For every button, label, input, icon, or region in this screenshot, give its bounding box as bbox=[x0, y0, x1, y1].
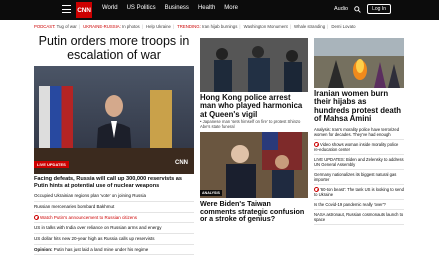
ticker-trending-2[interactable]: Whale stranding bbox=[294, 24, 325, 29]
top-nav: CNN World US Politics Business Health Mo… bbox=[0, 0, 439, 20]
right-related-item[interactable]: '60-ton beast': The tank US is looking t… bbox=[314, 185, 404, 201]
lead-related-item[interactable]: US dollar hits new 20-year high as Russi… bbox=[34, 234, 194, 245]
lead-related-list: Occupied Ukrainian regions plan 'vote' o… bbox=[34, 191, 194, 256]
nav-link-world[interactable]: World bbox=[102, 5, 118, 11]
right-related-item-text: Analysis: Iran's morality police have te… bbox=[314, 127, 400, 138]
right-related-item[interactable]: Video shows woman inside morality police… bbox=[314, 140, 404, 156]
lead-related-item-text: Opinion: Putin has just laid a land mine… bbox=[34, 246, 149, 252]
biden-headline[interactable]: Were Biden's Taiwan comments strategic c… bbox=[200, 200, 308, 223]
right-related-item[interactable]: NASA astronaut, Russian cosmonauts launc… bbox=[314, 210, 404, 226]
japan-caption[interactable]: • Japanese man 'sets himself on fire' to… bbox=[200, 119, 308, 129]
lead-related-item[interactable]: Russian mercenaries bombard Bakhmut bbox=[34, 202, 194, 213]
ticker-trending-3[interactable]: Demi Lovato bbox=[331, 24, 355, 29]
cnn-bug: CNN bbox=[175, 160, 188, 166]
right-related-item-text: '60-ton beast': The tank US is looking t… bbox=[314, 187, 404, 198]
lead-related-item[interactable]: Opinion: Putin has just laid a land mine… bbox=[34, 245, 194, 256]
trending-label: TRENDING: bbox=[177, 24, 201, 29]
ticker-trending-0[interactable]: Iran hijab burnings bbox=[202, 24, 237, 29]
hong-kong-image[interactable] bbox=[200, 38, 308, 92]
nav-links: World US Politics Business Health More bbox=[102, 5, 238, 11]
search-icon[interactable] bbox=[354, 5, 361, 13]
lead-column: Putin orders more troops in escalation o… bbox=[34, 34, 194, 256]
nav-link-health[interactable]: Health bbox=[198, 5, 215, 11]
ticker-ukraine-0[interactable]: In photos bbox=[122, 24, 140, 29]
lead-related-item[interactable]: Occupied Ukrainian regions plan 'vote' o… bbox=[34, 191, 194, 202]
podcast-label: PODCAST: bbox=[34, 24, 56, 29]
right-related-item-text: Germany nationalizes its biggest natural… bbox=[314, 172, 397, 183]
cnn-logo[interactable]: CNN bbox=[76, 2, 92, 18]
ticker-bar: PODCAST: Tug of war | UKRAINE-RUSSIA: In … bbox=[34, 24, 356, 29]
right-related-item[interactable]: Is the Covid-19 pandemic really 'over'? bbox=[314, 200, 404, 211]
lead-related-item-text: Russian mercenaries bombard Bakhmut bbox=[34, 204, 115, 210]
nav-link-us-politics[interactable]: US Politics bbox=[127, 5, 156, 11]
lead-related-item[interactable]: Watch Putin's announcement to Russian ci… bbox=[34, 213, 194, 224]
right-related-list: Analysis: Iran's morality police have te… bbox=[314, 125, 404, 226]
nav-link-more[interactable]: More bbox=[224, 5, 238, 11]
audio-link[interactable]: Audio bbox=[334, 6, 348, 12]
lead-image[interactable]: LIVE UPDATES CNN bbox=[34, 66, 194, 174]
play-icon bbox=[34, 214, 39, 220]
right-related-item[interactable]: LIVE UPDATES: Biden and Zelensky to addr… bbox=[314, 155, 404, 171]
biden-photo bbox=[200, 131, 308, 198]
ticker-podcast[interactable]: Tug of war bbox=[57, 24, 77, 29]
right-related-item-text: NASA astronaut, Russian cosmonauts launc… bbox=[314, 212, 404, 223]
right-related-item-text: Video shows woman inside morality police… bbox=[314, 142, 399, 153]
right-column: Iranian women burn their hijabs as hundr… bbox=[314, 38, 404, 226]
right-related-item[interactable]: Analysis: Iran's morality police have te… bbox=[314, 125, 404, 141]
lead-related-item[interactable]: US in talks with India over reliance on … bbox=[34, 223, 194, 234]
menu-icon[interactable] bbox=[62, 5, 71, 14]
live-updates-badge: LIVE UPDATES bbox=[34, 161, 69, 168]
ukraine-label: UKRAINE-RUSSIA: bbox=[83, 24, 121, 29]
iran-image[interactable] bbox=[314, 38, 404, 88]
opinion-label: Opinion: bbox=[34, 246, 53, 252]
iran-headline[interactable]: Iranian women burn their hijabs as hundr… bbox=[314, 89, 404, 123]
nav-link-business[interactable]: Business bbox=[165, 5, 189, 11]
lead-related-item-text: US in talks with India over reliance on … bbox=[34, 225, 162, 231]
analysis-badge: ANALYSIS bbox=[200, 189, 222, 196]
center-column: Hong Kong police arrest man who played h… bbox=[200, 38, 308, 223]
lead-headline[interactable]: Putin orders more troops in escalation o… bbox=[34, 34, 194, 62]
nav-right: Audio Log In bbox=[334, 4, 391, 14]
police-photo bbox=[200, 38, 308, 92]
flag-image bbox=[39, 86, 73, 156]
ticker-trending-1[interactable]: Washington Monument bbox=[244, 24, 288, 29]
lead-related-item-text: Occupied Ukrainian regions plan 'vote' o… bbox=[34, 193, 147, 199]
right-related-item-text: Is the Covid-19 pandemic really 'over'? bbox=[314, 202, 386, 208]
hong-kong-headline[interactable]: Hong Kong police arrest man who played h… bbox=[200, 93, 308, 119]
right-related-item[interactable]: Germany nationalizes its biggest natural… bbox=[314, 170, 404, 186]
lead-subheadline[interactable]: Facing defeats, Russia will call up 300,… bbox=[34, 176, 194, 189]
lead-related-item-text: Watch Putin's announcement to Russian ci… bbox=[40, 214, 137, 220]
login-button[interactable]: Log In bbox=[367, 4, 391, 14]
lead-related-item-text: US dollar hits new 20-year high as Russi… bbox=[34, 236, 155, 242]
ticker-ukraine-1[interactable]: Help Ukraine bbox=[146, 24, 171, 29]
biden-image[interactable]: ANALYSIS bbox=[200, 131, 308, 198]
protest-photo bbox=[314, 38, 404, 88]
right-related-item-text: LIVE UPDATES: Biden and Zelensky to addr… bbox=[314, 157, 404, 168]
